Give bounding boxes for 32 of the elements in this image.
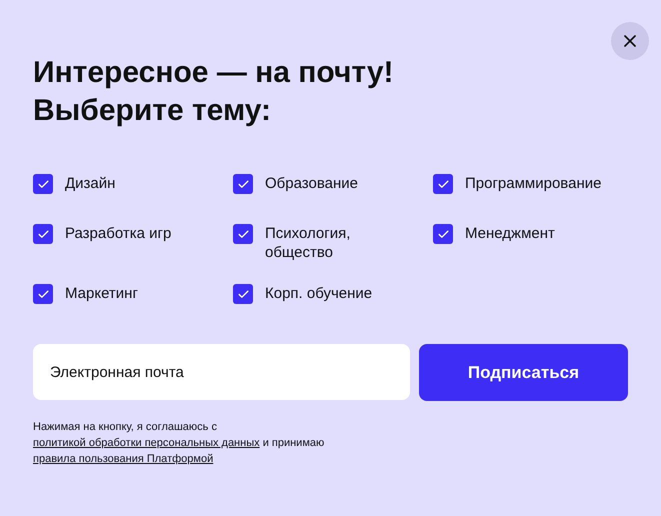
topic-label: Маркетинг [65,284,139,303]
topic-label: Разработка игр [65,224,172,243]
check-icon [36,178,50,190]
check-icon [236,178,250,190]
email-field[interactable]: Электронная почта [33,344,410,400]
checkbox[interactable] [433,224,453,244]
topic-label: Программирование [465,174,602,193]
check-icon [36,288,50,300]
close-button[interactable] [611,22,649,60]
checkbox[interactable] [33,284,53,304]
checkbox[interactable] [233,224,253,244]
check-icon [436,178,450,190]
checkbox[interactable] [233,284,253,304]
consent-text: Нажимая на кнопку, я соглашаюсь с политикой обработки персональных данных и принимаю правила пользования Платформой [33,420,326,467]
topic-label: Дизайн [65,174,116,193]
topic-label: Менеджмент [465,224,556,243]
check-icon [236,288,250,300]
checkbox[interactable] [233,174,253,194]
check-icon [36,228,50,240]
check-icon [236,228,250,240]
checkbox[interactable] [33,174,53,194]
subscribe-button[interactable]: Подписаться [418,344,628,401]
consent-link[interactable]: правила пользования Платформой [33,453,214,465]
topic-label: Образование [265,174,359,193]
checkbox[interactable] [33,224,53,244]
checkbox[interactable] [433,174,453,194]
dialog-title: Выберите тему: [33,93,272,129]
check-icon [436,228,450,240]
topic-label: Корп. обучение [265,284,374,303]
dialog-title: Интересное — на почту! [33,55,394,91]
topic-label: Психология, общество [265,224,352,262]
consent-link[interactable]: политикой обработки персональных данных [33,437,260,449]
